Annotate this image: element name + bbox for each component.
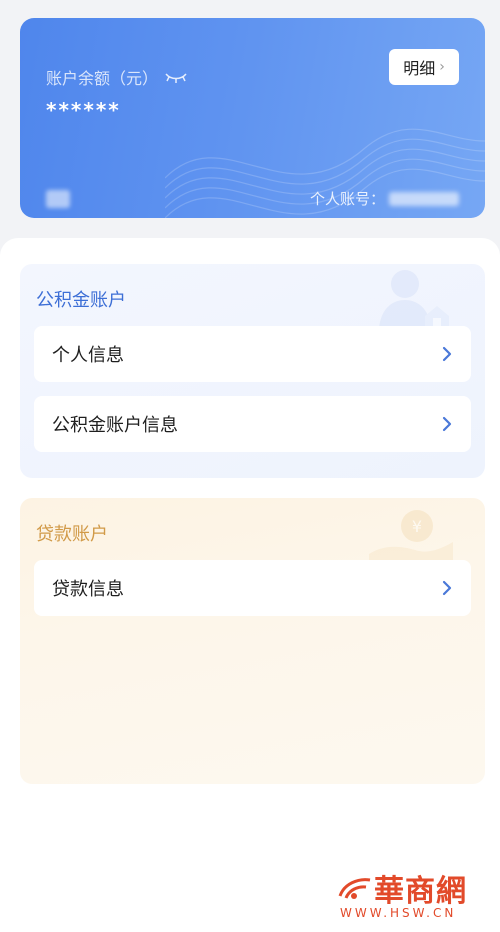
watermark-title: 華商網 [374,874,467,909]
row-label: 贷款信息 [52,579,124,600]
balance-card: 账户余额（元） ****** 明细 › 个人账号： [20,18,485,218]
chevron-right-icon [442,416,452,432]
masked-account-number [389,191,459,206]
row-personal-info[interactable]: 个人信息 [34,326,471,382]
chevron-right-icon [442,346,452,362]
chevron-right-icon [442,580,452,596]
eye-closed-icon[interactable] [164,70,188,84]
masked-name [46,190,70,208]
fund-account-section: 公积金账户 个人信息 公积金账户信息 [20,264,485,478]
chevron-right-icon: › [439,59,445,75]
watermark-url: WWW.HSW.CN [340,906,457,920]
signal-logo-icon [338,878,371,899]
detail-button-label: 明细 [403,59,436,78]
balance-label: 账户余额（元） [46,65,188,89]
loan-section-title: 贷款账户 [36,524,108,545]
balance-value: ****** [46,98,121,122]
row-fund-account-info[interactable]: 公积金账户信息 [34,396,471,452]
svg-text:¥: ¥ [412,517,422,536]
account-number: 个人账号： [310,188,459,209]
detail-button[interactable]: 明细 › [389,49,459,85]
loan-account-section: ¥ 贷款账户 贷款信息 [20,498,485,784]
row-loan-info[interactable]: 贷款信息 [34,560,471,616]
watermark-logo: 華商網 WWW.HSW.CN [336,866,486,924]
row-label: 公积金账户信息 [52,415,178,436]
fund-section-title: 公积金账户 [36,290,126,311]
coin-hand-icon: ¥ [369,510,453,564]
row-label: 个人信息 [52,345,124,366]
person-house-icon [379,270,449,328]
